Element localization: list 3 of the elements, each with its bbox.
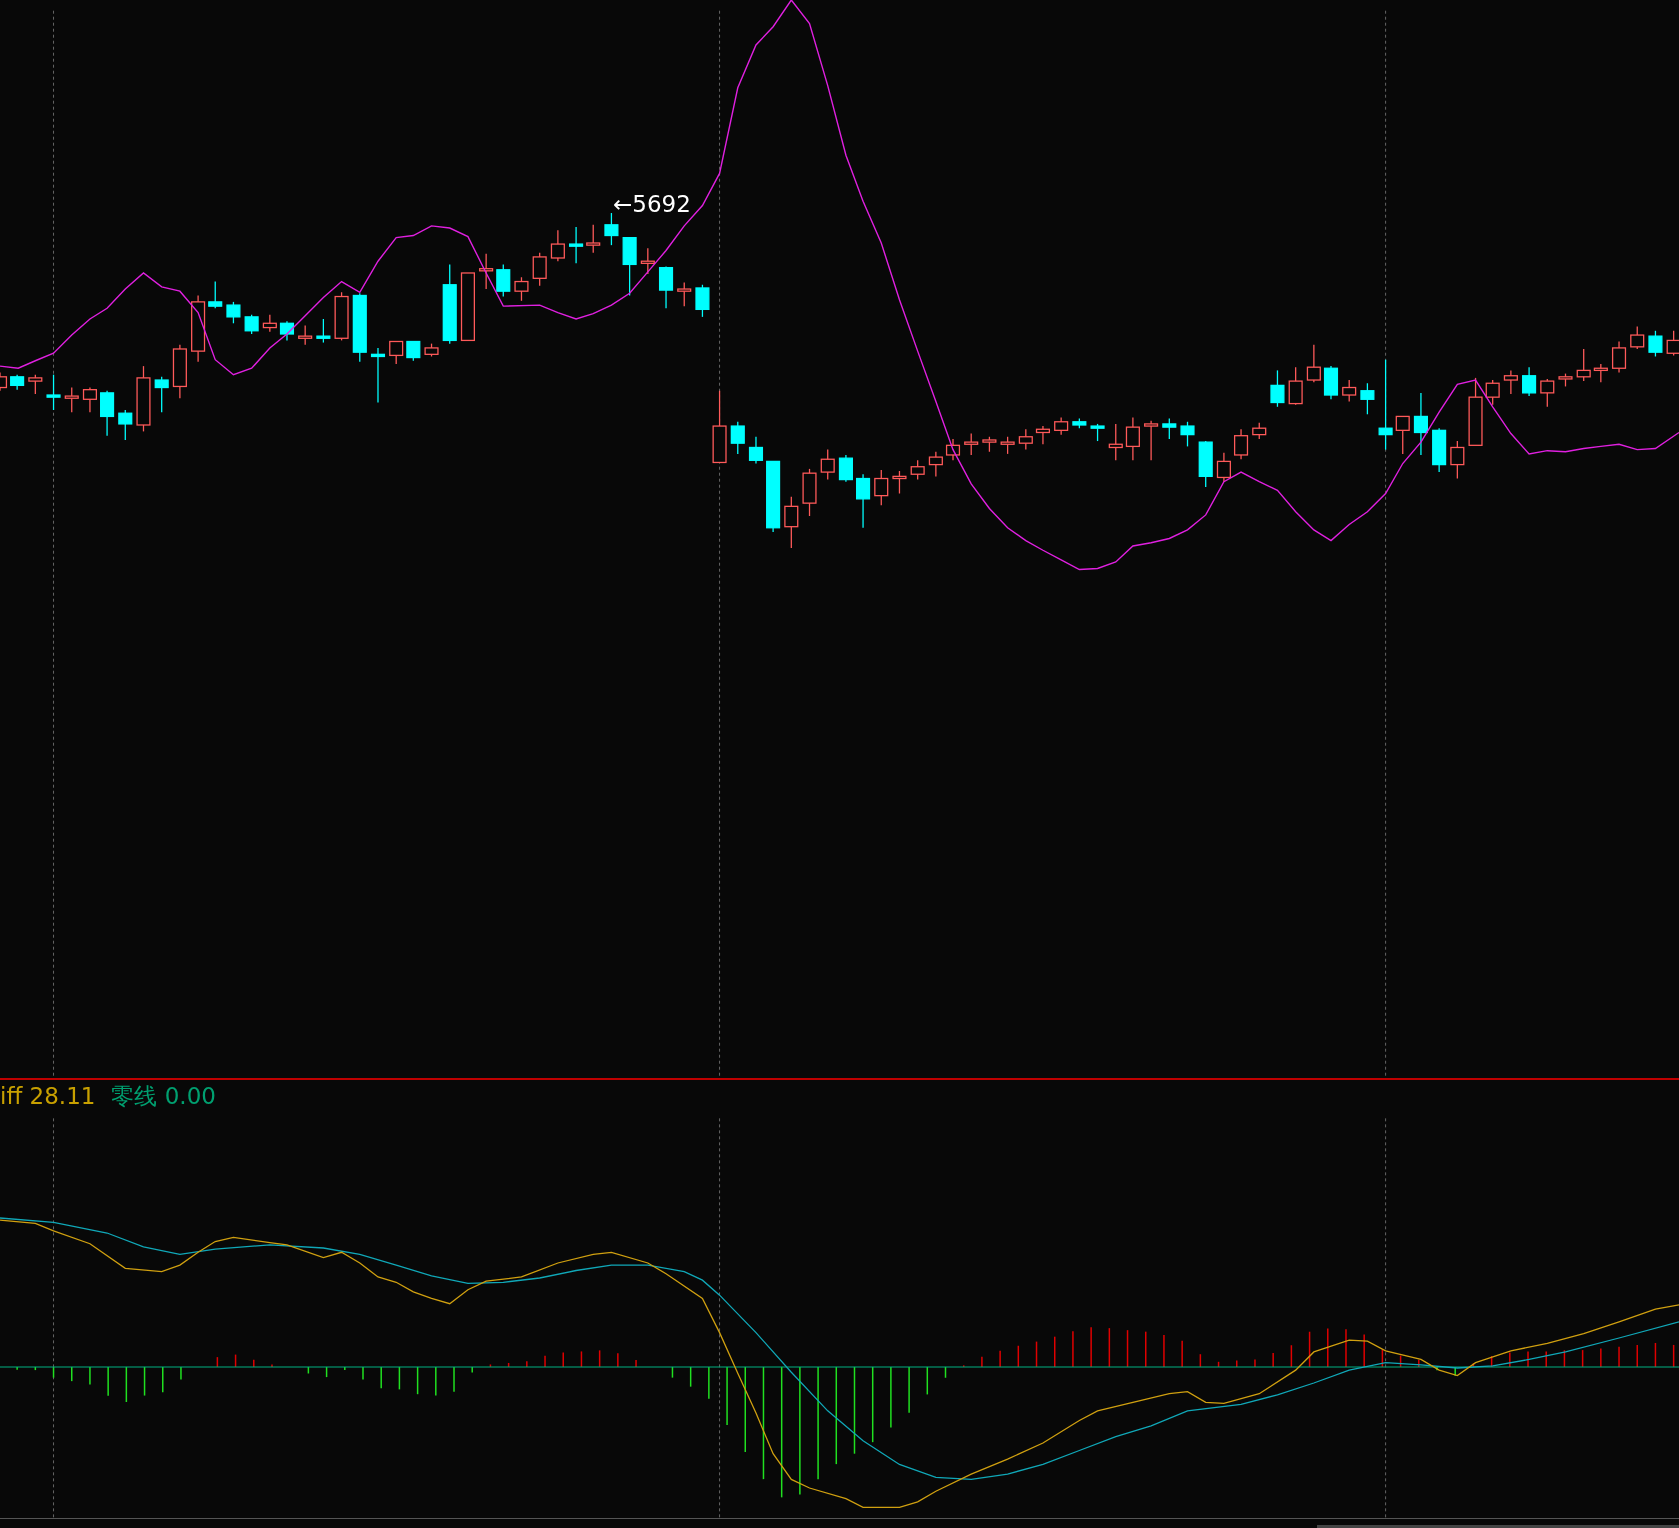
- zero-line-label: 零线 0.00: [111, 1085, 216, 1108]
- price-label: ←5692: [613, 193, 691, 216]
- diff-value-label: iff 28.11: [0, 1085, 96, 1108]
